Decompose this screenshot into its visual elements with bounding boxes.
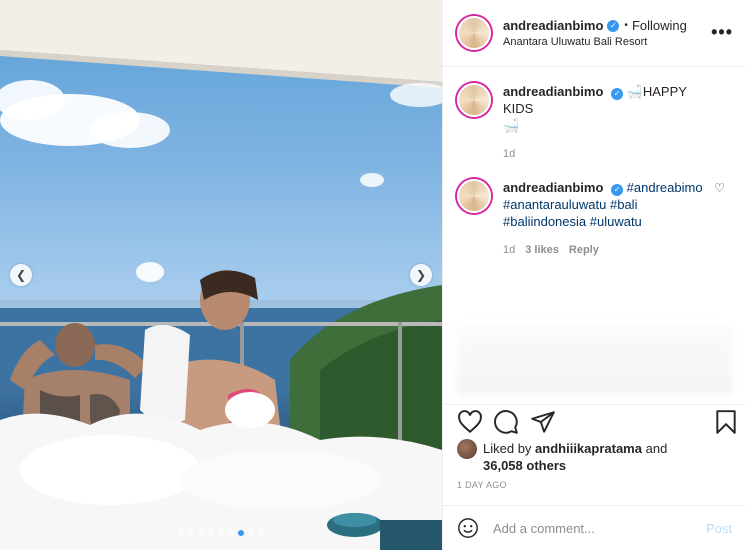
hashtag-link[interactable]: #bali: [610, 197, 637, 212]
action-bar: [443, 404, 745, 440]
comment-likes[interactable]: 3 likes: [525, 242, 559, 259]
next-slide-button[interactable]: ❯: [410, 264, 432, 286]
avatar[interactable]: [457, 179, 491, 213]
hashtag-link[interactable]: #baliindonesia: [503, 214, 586, 229]
comment-composer: Post: [443, 505, 745, 550]
comment-item: andreadianbimo ✓ #andreabimo #anantaraul…: [457, 179, 731, 259]
carousel-dot: [258, 530, 264, 536]
reply-button[interactable]: Reply: [569, 242, 599, 259]
avatar[interactable]: [457, 16, 491, 50]
avatar[interactable]: [457, 83, 491, 117]
likes-count[interactable]: 36,058 others: [483, 458, 566, 473]
carousel-dot: [248, 530, 254, 536]
heart-icon[interactable]: [457, 409, 483, 435]
comment-input[interactable]: [493, 520, 693, 536]
hashtag-link[interactable]: #anantarauluwatu: [503, 197, 606, 212]
liker-username[interactable]: andhiiikapratama: [535, 441, 642, 456]
paper-plane-icon[interactable]: [530, 409, 556, 435]
carousel-dot: [208, 530, 214, 536]
caption: andreadianbimo ✓ 🛁HAPPY KIDS 🛁 1d: [457, 83, 731, 163]
liked-by-prefix: Liked by: [483, 441, 532, 456]
location-link[interactable]: Anantara Uluwatu Bali Resort: [503, 36, 687, 48]
caption-username[interactable]: andreadianbimo: [503, 84, 603, 99]
post-button[interactable]: Post: [706, 521, 732, 536]
prev-slide-button[interactable]: ❮: [10, 264, 32, 286]
and-word: and: [645, 441, 668, 456]
liker-avatar[interactable]: [457, 439, 477, 459]
hashtag-link[interactable]: #andreabimo: [627, 180, 703, 195]
loading-placeholder: [457, 325, 732, 395]
carousel-dot: [188, 530, 194, 536]
following-button[interactable]: Following: [632, 18, 687, 33]
post-details-panel: andreadianbimo ✓ • Following Anantara Ul…: [442, 0, 745, 550]
author-username[interactable]: andreadianbimo: [503, 18, 603, 33]
more-options-icon[interactable]: •••: [711, 22, 733, 43]
post-photo[interactable]: ❮ ❯: [0, 0, 442, 550]
verified-badge-icon: ✓: [607, 19, 620, 32]
carousel-dot: [198, 530, 204, 536]
carousel-dot: [178, 530, 184, 536]
photo-scene: [0, 0, 442, 550]
comment-age[interactable]: 1d: [503, 242, 515, 259]
bathtub-emoji: 🛁: [503, 118, 520, 133]
separator-dot: •: [624, 20, 628, 31]
liked-by-row: Liked by andhiiikapratama and 36,058 oth…: [457, 439, 703, 474]
bookmark-icon[interactable]: [715, 409, 737, 435]
smiley-icon[interactable]: [457, 517, 479, 539]
comment-username[interactable]: andreadianbimo: [503, 180, 603, 195]
verified-badge-icon: ✓: [611, 183, 624, 196]
chevron-left-icon: ❮: [15, 268, 27, 282]
comment-like-heart-icon[interactable]: ♡: [714, 181, 725, 195]
carousel-dot: [228, 530, 234, 536]
comment-bubble-icon[interactable]: [493, 409, 519, 435]
chevron-right-icon: ❯: [415, 268, 427, 282]
carousel-dot: [218, 530, 224, 536]
hashtag-link[interactable]: #uluwatu: [590, 214, 642, 229]
carousel-dots: [0, 530, 442, 536]
caption-age[interactable]: 1d: [503, 146, 515, 163]
post-header: andreadianbimo ✓ • Following Anantara Ul…: [443, 0, 745, 67]
bathtub-emoji: 🛁: [626, 84, 643, 99]
verified-badge-icon: ✓: [611, 87, 624, 100]
post-timestamp[interactable]: 1 DAY AGO: [457, 480, 507, 490]
carousel-dot: [238, 530, 244, 536]
comments-section: andreadianbimo ✓ 🛁HAPPY KIDS 🛁 1d andrea…: [443, 67, 745, 404]
